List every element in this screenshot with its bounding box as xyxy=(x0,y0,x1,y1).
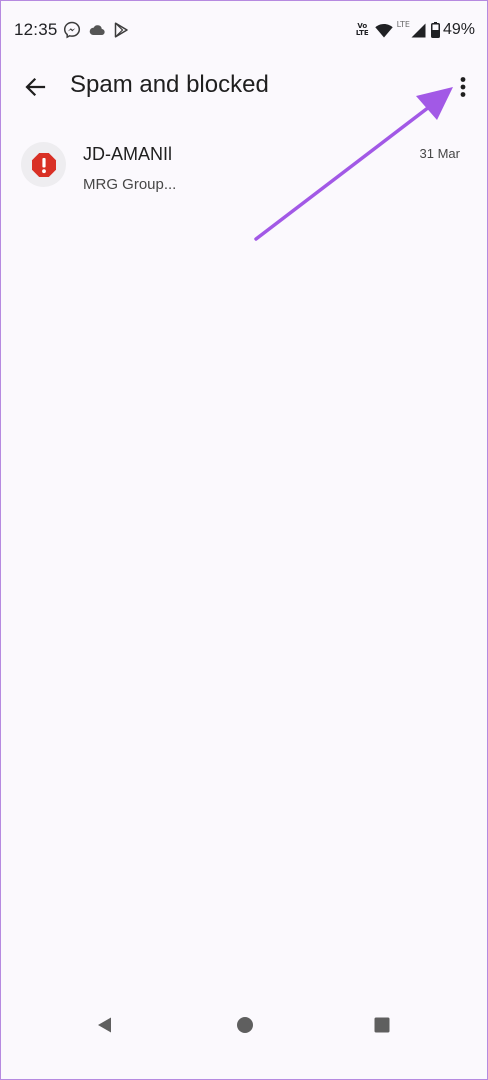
battery-percent: 49% xyxy=(442,21,475,38)
more-options-button[interactable] xyxy=(443,67,483,107)
screen-frame: 12:35 Vo LTE LTE 49% Spam and blocked JD… xyxy=(0,0,488,1080)
wifi-icon xyxy=(374,23,393,38)
play-store-icon xyxy=(112,21,130,39)
nav-back-button[interactable] xyxy=(75,1001,135,1049)
nav-home-button[interactable] xyxy=(215,1001,275,1049)
message-date: 31 Mar xyxy=(419,146,460,161)
lte-label: LTE xyxy=(396,20,410,29)
arrow-back-icon xyxy=(25,77,46,97)
app-bar: Spam and blocked xyxy=(1,59,487,115)
back-triangle-icon xyxy=(98,1017,111,1033)
cloud-icon xyxy=(88,21,106,39)
spam-alert-icon xyxy=(31,152,56,177)
battery-icon xyxy=(430,22,440,38)
status-bar: 12:35 Vo LTE LTE 49% xyxy=(1,1,487,59)
conversation-row[interactable]: JD-AMANIl MRG Group... 31 Mar xyxy=(1,131,487,203)
sender-name: JD-AMANIl xyxy=(83,144,172,164)
back-button[interactable] xyxy=(15,67,55,107)
page-title: Spam and blocked xyxy=(70,71,269,98)
more-vert-icon xyxy=(460,77,466,97)
status-indicators: Vo LTE LTE 49% xyxy=(356,19,475,41)
messenger-icon xyxy=(63,21,81,39)
navigation-bar xyxy=(1,1001,487,1079)
avatar xyxy=(21,142,66,187)
status-time: 12:35 xyxy=(14,20,58,39)
nav-recents-button[interactable] xyxy=(352,1001,412,1049)
message-snippet: MRG Group... xyxy=(83,176,177,193)
cell-signal-icon xyxy=(411,23,426,38)
home-circle-icon xyxy=(237,1017,253,1033)
recents-square-icon xyxy=(374,1017,390,1033)
volte-indicator: Vo LTE xyxy=(355,22,369,37)
